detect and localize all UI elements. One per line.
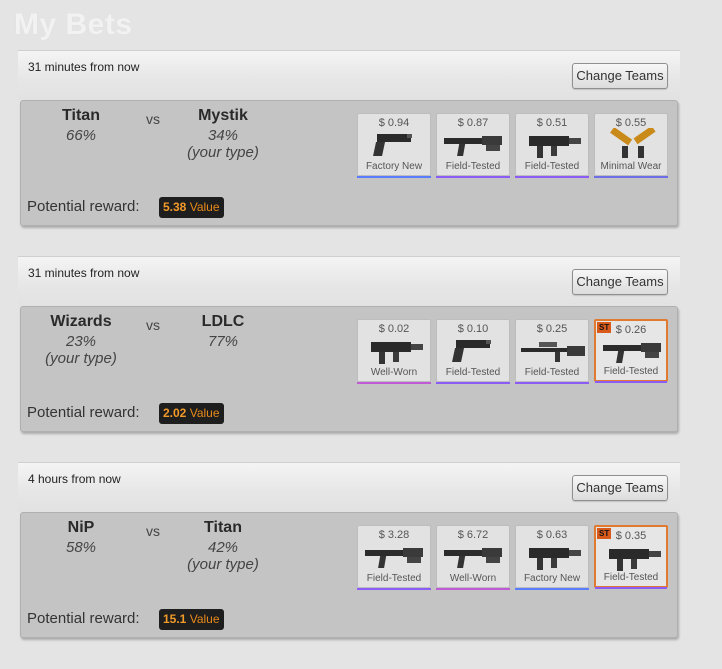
reward-badge: 2.02 Value <box>159 403 224 424</box>
vs-label: vs <box>146 111 160 127</box>
vs-label: vs <box>146 317 160 333</box>
reward-amount: 5.38 <box>163 200 187 214</box>
item-condition: Field-Tested <box>366 573 422 584</box>
bet-time: 4 hours from now <box>28 472 121 486</box>
team-2: Titan 42% (your type) <box>163 519 283 573</box>
reward-label: Potential reward: <box>27 610 140 627</box>
item-condition: Field-Tested <box>524 161 580 172</box>
smg-icon <box>609 549 661 571</box>
quality-bar <box>595 381 667 383</box>
team-2: LDLC 77% <box>163 313 283 350</box>
reward-label: Potential reward: <box>27 198 140 215</box>
pistol-icon <box>452 340 491 362</box>
your-type-note: (your type) <box>187 144 259 161</box>
quality-bar <box>436 382 510 384</box>
team-1: NiP 58% <box>21 519 141 556</box>
team-odds: 77% <box>207 333 239 350</box>
item-condition: Well-Worn <box>370 367 418 378</box>
smg-icon <box>529 548 581 570</box>
item-tile[interactable]: $ 0.87 Field-Tested <box>436 113 510 178</box>
smg-icon <box>529 136 581 158</box>
item-condition: Field-Tested <box>603 572 659 583</box>
item-condition: Field-Tested <box>445 367 501 378</box>
bet-body: NiP 58% vs Titan 42% (your type) $ 3.28 F… <box>20 512 678 638</box>
reward-unit: Value <box>189 200 220 214</box>
item-condition: Field-Tested <box>524 367 580 378</box>
quality-bar <box>515 382 589 384</box>
team-name: Titan <box>204 519 242 536</box>
smg-icon <box>371 342 423 364</box>
reward-label: Potential reward: <box>27 404 140 421</box>
bet-header: 31 minutes from now Change Teams <box>18 50 680 100</box>
item-tile[interactable]: $ 6.72 Well-Worn <box>436 525 510 590</box>
item-tile[interactable]: $ 0.55 Minimal Wear <box>594 113 668 178</box>
team-name: Mystik <box>198 107 248 124</box>
item-condition: Factory New <box>365 161 423 172</box>
rifle-icon <box>365 548 423 568</box>
change-teams-button[interactable]: Change Teams <box>572 63 668 89</box>
quality-bar <box>436 176 510 178</box>
bet-header: 31 minutes from now Change Teams <box>18 256 680 306</box>
quality-bar <box>357 588 431 590</box>
reward-badge: 5.38 Value <box>159 197 224 218</box>
quality-bar <box>357 176 431 178</box>
team-odds: 58% <box>65 539 97 556</box>
item-tile[interactable]: $ 0.63 Factory New <box>515 525 589 590</box>
item-condition: Minimal Wear <box>600 161 662 172</box>
team-odds: 42% <box>207 539 239 556</box>
bet-body: Titan 66% vs Mystik 34% (your type) $ 0.… <box>20 100 678 226</box>
reward-amount: 15.1 <box>163 612 187 626</box>
pistol-icon <box>373 134 412 156</box>
bet-header: 4 hours from now Change Teams <box>18 462 680 512</box>
page-title: My Bets <box>14 8 133 41</box>
bet-time: 31 minutes from now <box>28 60 140 74</box>
item-tile[interactable]: ST $ 0.26 Field-Tested <box>594 319 668 383</box>
rifle-icon <box>444 136 502 156</box>
reward-unit: Value <box>189 612 220 626</box>
item-tile[interactable]: $ 0.10 Field-Tested <box>436 319 510 384</box>
item-tile[interactable]: $ 3.28 Field-Tested <box>357 525 431 590</box>
reward-amount: 2.02 <box>163 406 187 420</box>
dual-pistols-icon <box>610 128 656 158</box>
item-tile[interactable]: $ 0.51 Field-Tested <box>515 113 589 178</box>
quality-bar <box>357 382 431 384</box>
item-tile[interactable]: $ 0.02 Well-Worn <box>357 319 431 384</box>
item-condition: Field-Tested <box>603 366 659 377</box>
item-condition: Factory New <box>523 573 581 584</box>
quality-bar <box>515 588 589 590</box>
team-odds: 66% <box>65 127 97 144</box>
rifle-icon <box>444 548 502 568</box>
change-teams-button[interactable]: Change Teams <box>572 475 668 501</box>
item-tile[interactable]: $ 0.25 Field-Tested <box>515 319 589 384</box>
item-condition: Well-Worn <box>449 573 497 584</box>
team-name: NiP <box>67 519 95 536</box>
team-odds: 23% <box>65 333 97 350</box>
quality-bar <box>594 176 668 178</box>
item-condition: Field-Tested <box>445 161 501 172</box>
quality-bar <box>436 588 510 590</box>
your-type-note: (your type) <box>45 350 117 367</box>
your-type-note: (your type) <box>187 556 259 573</box>
change-teams-button[interactable]: Change Teams <box>572 269 668 295</box>
team-name: LDLC <box>201 313 245 330</box>
rifle-icon <box>603 343 661 363</box>
item-tile[interactable]: $ 0.94 Factory New <box>357 113 431 178</box>
team-1: Titan 66% <box>21 107 141 144</box>
vs-label: vs <box>146 523 160 539</box>
team-2: Mystik 34% (your type) <box>163 107 283 161</box>
quality-bar <box>515 176 589 178</box>
quality-bar <box>595 587 667 589</box>
reward-badge: 15.1 Value <box>159 609 224 630</box>
team-odds: 34% <box>207 127 239 144</box>
team-name: Titan <box>62 107 100 124</box>
bet-time: 31 minutes from now <box>28 266 140 280</box>
bet-body: Wizards 23% (your type) vs LDLC 77% $ 0.… <box>20 306 678 432</box>
item-tile[interactable]: ST $ 0.35 Field-Tested <box>594 525 668 589</box>
reward-unit: Value <box>189 406 220 420</box>
sniper-icon <box>521 342 585 362</box>
team-1: Wizards 23% (your type) <box>21 313 141 367</box>
team-name: Wizards <box>50 313 112 330</box>
